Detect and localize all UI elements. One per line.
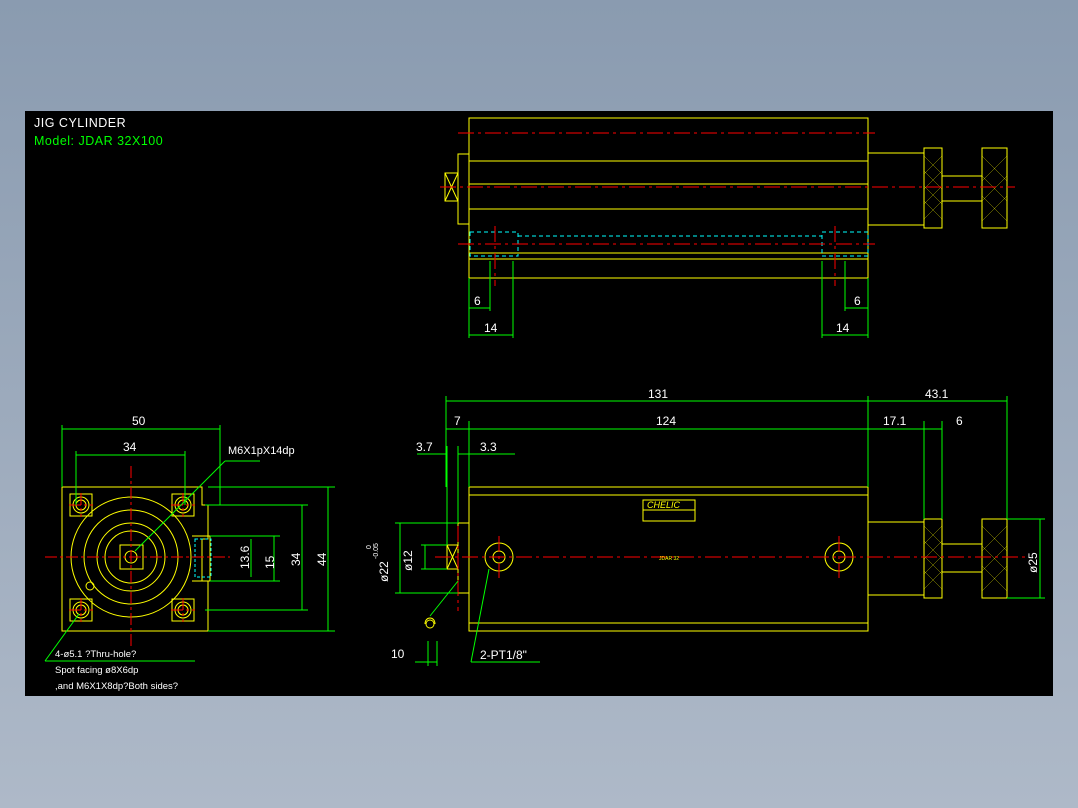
dim-dia-12: ø12 [401, 550, 415, 571]
top-dimensions [468, 261, 869, 338]
bottom-side-view: 131 43.1 7 124 17.1 6 3.7 3.3 ø22 -0.05 … [366, 387, 1045, 666]
top-body-outline [444, 117, 1008, 279]
note-thread: ,and M6X1X8dp?Both sides? [55, 681, 178, 692]
dim-width-50: 50 [132, 414, 146, 428]
front-dim-texts: 50 34 M6X1pX14dp 13.6 15 34 44 4-ø5.1 ?T… [55, 414, 329, 692]
note-holes: 4-ø5.1 ?Thru-hole? [55, 649, 136, 660]
dim-left-14: 14 [484, 321, 498, 335]
dim-left-6: 6 [474, 294, 481, 308]
body-model-label: JDAR 32 [659, 556, 679, 562]
dim-dia-22-tol0: 0 [366, 545, 373, 549]
cad-viewport[interactable]: JIG CYLINDER Model: JDAR 32X100 6 14 6 1… [25, 111, 1053, 696]
dim-width-34: 34 [123, 440, 137, 454]
dim-3-3: 3.3 [480, 440, 497, 454]
dim-6-ext: 6 [956, 414, 963, 428]
dim-15: 15 [263, 555, 277, 569]
dim-44: 44 [315, 552, 329, 566]
drawing-canvas: 6 14 6 14 50 34 M6X1pX14dp 13.6 15 34 44… [44, 117, 1045, 692]
thread-callout: M6X1pX14dp [228, 445, 295, 457]
front-view: 50 34 M6X1pX14dp 13.6 15 34 44 4-ø5.1 ?T… [44, 414, 335, 692]
dim-10: 10 [391, 647, 405, 661]
dim-3-7: 3.7 [416, 440, 433, 454]
front-dimensions [44, 425, 335, 662]
front-outline [61, 486, 211, 632]
nameplate-texts: CHELIC JDAR 32 [647, 500, 681, 562]
top-side-view: 6 14 6 14 [440, 117, 1015, 338]
front-threaded-hole [194, 538, 212, 578]
brand-label: CHELIC [647, 500, 681, 510]
dim-13-6: 13.6 [238, 545, 252, 569]
dim-dia-22-tol: -0.05 [373, 543, 380, 559]
dim-34-v: 34 [289, 552, 303, 566]
dim-dia-25: ø25 [1026, 552, 1040, 573]
dim-right-6: 6 [854, 294, 861, 308]
bottom-body-outline [424, 486, 1008, 632]
top-dim-texts: 6 14 6 14 [474, 294, 861, 335]
dim-dia-22: ø22 [377, 561, 391, 582]
top-knurl-pattern [923, 155, 1008, 222]
dim-17-1: 17.1 [883, 414, 907, 428]
note-spot-facing: Spot facing ø8X6dp [55, 665, 138, 676]
dim-124: 124 [656, 414, 676, 428]
bottom-centerlines [435, 499, 1025, 611]
dim-right-14: 14 [836, 321, 850, 335]
bottom-knurl-pattern [923, 525, 1008, 592]
dim-7: 7 [454, 414, 461, 428]
port-callout: 2-PT1/8" [480, 648, 527, 662]
bottom-dim-texts: 131 43.1 7 124 17.1 6 3.7 3.3 ø22 -0.05 … [366, 387, 1040, 662]
bottom-dimensions [395, 396, 1045, 666]
dim-43-1: 43.1 [925, 387, 949, 401]
dim-131: 131 [648, 387, 668, 401]
